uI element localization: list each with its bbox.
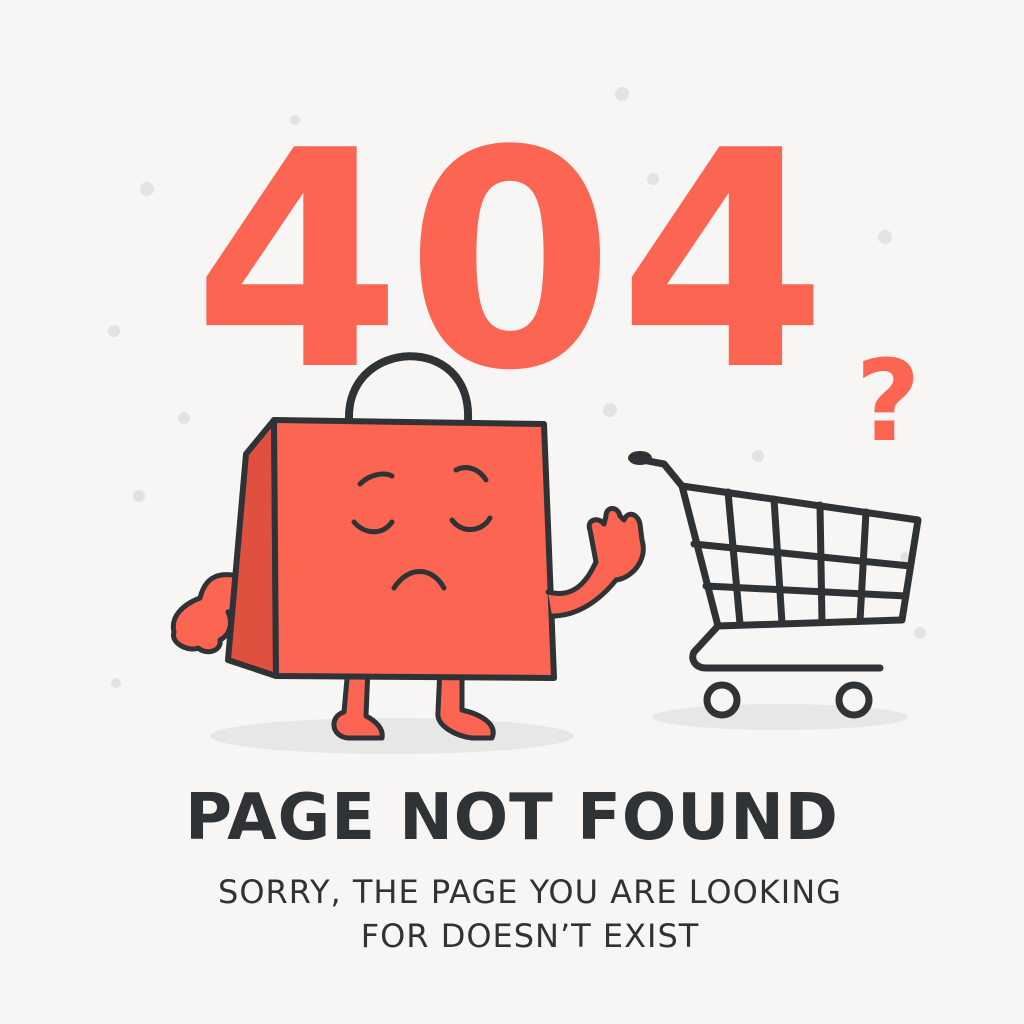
page-title: PAGE NOT FOUND — [185, 781, 839, 855]
error-message-line-2: FOR DOESN’T EXIST — [360, 917, 700, 955]
error-message: SORRY, THE PAGE YOU ARE LOOKING FOR DOES… — [190, 870, 870, 958]
not-found-page: 404 ? PAGE NOT FOUND SORRY, THE PAGE YOU… — [0, 0, 1024, 1024]
bag-shadow — [210, 718, 574, 754]
sad-shopping-bag-icon — [170, 352, 646, 741]
shopping-cart-icon — [628, 451, 922, 719]
error-message-line-1: SORRY, THE PAGE YOU ARE LOOKING — [218, 873, 842, 911]
question-mark-icon: ? — [856, 337, 921, 467]
